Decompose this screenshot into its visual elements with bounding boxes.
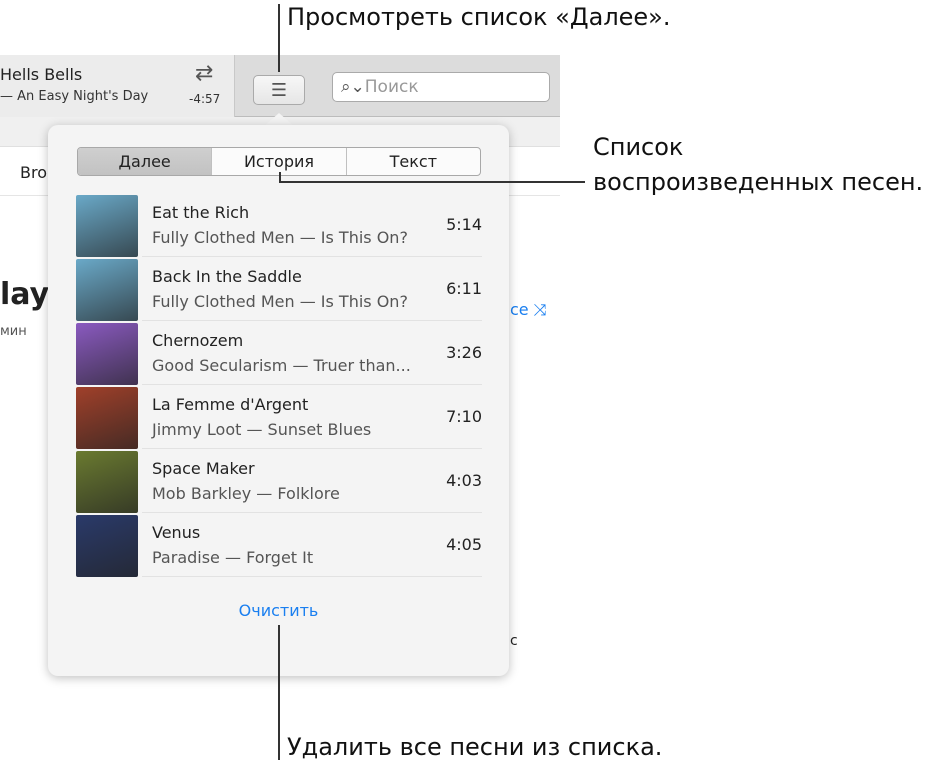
song-title: Space Maker <box>152 459 255 478</box>
tab-lyrics[interactable]: Текст <box>347 148 480 175</box>
song-title: Chernozem <box>152 331 244 350</box>
album-art <box>76 195 138 257</box>
annotation-up-next: Просмотреть список «Далее». <box>287 3 671 31</box>
row-divider <box>142 576 482 577</box>
tab-history[interactable]: История <box>212 148 347 175</box>
tab-up-next[interactable]: Далее <box>78 148 213 175</box>
now-playing-subtitle: — An Easy Night's Day <box>0 89 149 104</box>
song-title: Back In the Saddle <box>152 267 302 286</box>
genre-cell: c <box>510 633 518 649</box>
song-artist-album: Good Secularism — Truer than... <box>152 356 411 375</box>
now-playing-title: Hells Bells <box>0 65 83 84</box>
song-row[interactable]: Eat the Rich Fully Clothed Men — Is This… <box>76 193 482 257</box>
list-icon: ☰ <box>270 79 288 101</box>
album-art <box>76 387 138 449</box>
song-artist-album: Paradise — Forget It <box>152 548 314 567</box>
repeat-icon[interactable]: ⇄ <box>195 61 213 86</box>
shuffle-icon: ⤨ <box>533 300 547 319</box>
clear-button[interactable]: Очистить <box>48 601 509 620</box>
song-duration: 6:11 <box>446 279 482 298</box>
song-duration: 5:14 <box>446 215 482 234</box>
song-row[interactable]: La Femme d'Argent Jimmy Loot — Sunset Bl… <box>76 385 482 449</box>
song-title: La Femme d'Argent <box>152 395 309 414</box>
now-playing: Hells Bells — An Easy Night's Day ⇄ -4:5… <box>0 55 235 117</box>
album-art <box>76 259 138 321</box>
up-next-button[interactable]: ☰ <box>253 75 305 105</box>
annotation-history-1: Список <box>593 133 684 161</box>
search-icon: ⌕⌄ <box>341 77 365 97</box>
song-artist-album: Mob Barkley — Folklore <box>152 484 340 503</box>
remaining-time: -4:57 <box>189 92 221 106</box>
song-title: Eat the Rich <box>152 203 250 222</box>
search-input[interactable]: ⌕⌄Поиск <box>332 72 550 102</box>
song-duration: 3:26 <box>446 343 482 362</box>
callout-line <box>278 4 280 72</box>
song-row[interactable]: Back In the Saddle Fully Clothed Men — I… <box>76 257 482 321</box>
song-artist-album: Fully Clothed Men — Is This On? <box>152 292 408 311</box>
shuffle-button[interactable]: ce ⤨ <box>510 300 547 320</box>
song-duration: 4:05 <box>446 535 482 554</box>
song-row[interactable]: Space Maker Mob Barkley — Folklore 4:03 <box>76 449 482 513</box>
callout-line <box>278 625 280 760</box>
up-next-popover: Далее История Текст Eat the Rich Fully C… <box>48 125 509 676</box>
album-art <box>76 323 138 385</box>
song-row[interactable]: Chernozem Good Secularism — Truer than..… <box>76 321 482 385</box>
search-placeholder: Поиск <box>364 77 419 97</box>
album-art <box>76 515 138 577</box>
callout-line <box>279 181 585 183</box>
album-art <box>76 451 138 513</box>
song-artist-album: Fully Clothed Men — Is This On? <box>152 228 408 247</box>
song-duration: 4:03 <box>446 471 482 490</box>
tab-browse[interactable]: Bro <box>20 163 47 182</box>
playlist-meta: мин <box>0 324 27 339</box>
toolbar: Hells Bells — An Easy Night's Day ⇄ -4:5… <box>0 55 560 117</box>
song-row[interactable]: Venus Paradise — Forget It 4:05 <box>76 513 482 577</box>
annotation-clear: Удалить все песни из списка. <box>287 733 663 761</box>
song-title: Venus <box>152 523 201 542</box>
annotation-history-2: воспроизведенных песен. <box>593 168 924 196</box>
song-duration: 7:10 <box>446 407 482 426</box>
song-artist-album: Jimmy Loot — Sunset Blues <box>152 420 372 439</box>
shuffle-label: ce <box>510 300 529 319</box>
